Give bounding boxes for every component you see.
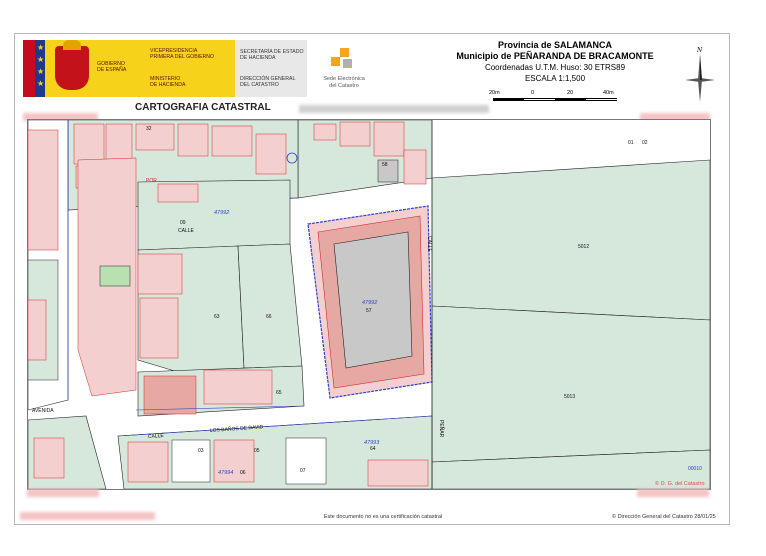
- parcel-label: 05: [254, 448, 260, 454]
- parcel-5013: [431, 305, 710, 463]
- header: ★ ★ ★ ★ GOBIERNO DE ESPAÑA VICEPRESIDENC…: [15, 34, 729, 121]
- map-copyright: © D. G. del Catastro: [655, 481, 705, 487]
- parcel-5012: [431, 159, 710, 321]
- building: [403, 149, 427, 185]
- building-grey: [377, 159, 399, 183]
- street-label: CALLE: [426, 236, 432, 253]
- star-icon: ★: [37, 43, 45, 52]
- block-label: 47994: [218, 470, 233, 476]
- block-label: 47993: [364, 440, 380, 446]
- building: [171, 439, 211, 483]
- star-icon: ★: [37, 79, 45, 88]
- parcel-label: 03: [198, 448, 204, 454]
- building: [157, 183, 199, 203]
- scale-bar: [493, 98, 617, 103]
- parcel-label: 32: [146, 126, 152, 132]
- star-icon: ★: [37, 55, 45, 64]
- building: [255, 133, 287, 175]
- sede-label: Sede Electrónica del Catastro: [323, 76, 365, 89]
- block-label: 47992: [214, 210, 229, 216]
- street-label: CALLE: [148, 433, 165, 440]
- carto-title: CARTOGRAFIA CATASTRAL: [135, 102, 271, 113]
- coordinates-text: Coordenadas U.T.M. Huso: 30 ETRS89: [484, 63, 626, 72]
- parcel-label: 58: [382, 162, 388, 168]
- street-label: CALLE: [178, 228, 195, 234]
- parcel-label: 07: [300, 468, 306, 474]
- building: [143, 375, 197, 415]
- redacted-bar: [27, 489, 99, 497]
- parcel-label: 64: [370, 446, 376, 452]
- coat-of-arms-icon: [55, 40, 89, 90]
- building: [203, 369, 273, 405]
- building: [33, 437, 65, 479]
- parcel-label: 02: [642, 140, 648, 146]
- redacted-reference: [299, 105, 489, 113]
- cadastral-map[interactable]: 5012 5013 57 58 09 63 66 65 64 03 07 06 …: [27, 119, 711, 490]
- redacted-bar: [637, 489, 709, 497]
- north-arrow-icon: N: [685, 47, 715, 102]
- building: [135, 123, 175, 151]
- scale-label: 0: [531, 90, 535, 96]
- street-label: PEÑAR: [438, 420, 445, 438]
- parcel-label: 06: [240, 470, 246, 476]
- parcel-label: 09: [180, 220, 186, 226]
- parcel-label: 66: [266, 314, 272, 320]
- parcel-label: 5013: [564, 394, 575, 400]
- building: [339, 121, 371, 147]
- scale-label: 20m: [489, 90, 500, 96]
- map-canvas: 5012 5013 57 58 09 63 66 65 64 03 07 06 …: [28, 120, 710, 489]
- parcel-label: 5012: [578, 244, 589, 250]
- block-label: 47992: [362, 300, 377, 306]
- star-icon: ★: [37, 67, 45, 76]
- flag-red-stripe: [23, 40, 35, 97]
- parcel-label: 63: [214, 314, 220, 320]
- scale-label: 20: [567, 90, 574, 96]
- building: [373, 121, 405, 157]
- sede-logo-icon: [331, 48, 353, 72]
- building: [139, 297, 179, 359]
- building: [137, 253, 183, 295]
- parcel-label: 01: [628, 140, 634, 146]
- building: [211, 125, 253, 157]
- scale-text: ESCALA 1:1,500: [524, 74, 586, 83]
- building: [367, 459, 429, 487]
- vicepresidencia-label: VICEPRESIDENCIA PRIMERA DEL GOBIERNO: [150, 48, 215, 60]
- parcel-label: 65: [276, 390, 282, 396]
- building: [28, 129, 59, 251]
- footer-copyright: © Dirección General del Catastro 28/01/2…: [612, 514, 716, 520]
- municipio-title: Municipio de PEÑARANDA DE BRACAMONTE: [456, 51, 654, 61]
- parcel-label: 57: [366, 308, 372, 314]
- secretaria-label: SECRETARÍA DE ESTADO DE HACIENDA: [240, 49, 304, 61]
- map-titles: Provincia de SALAMANCA Municipio de PEÑA…: [435, 40, 675, 84]
- garden-green: [99, 265, 131, 287]
- street-label: POR: [146, 178, 157, 184]
- building: [28, 299, 47, 361]
- provincia-title: Provincia de SALAMANCA: [497, 40, 613, 50]
- building: [285, 437, 327, 485]
- building: [313, 123, 337, 141]
- ministerio-label: MINISTERIO DE HACIENDA: [150, 76, 186, 88]
- building: [177, 123, 209, 157]
- building: [105, 123, 133, 161]
- building: [127, 441, 169, 483]
- scale-label: 40m: [603, 90, 614, 96]
- street-label: AVENIDA: [32, 408, 54, 414]
- building: [73, 123, 105, 165]
- gobierno-label: GOBIERNO DE ESPAÑA: [97, 61, 127, 73]
- direccion-label: DIRECCIÓN GENERAL DEL CATASTRO: [240, 76, 296, 88]
- parcel-label: 00010: [688, 466, 702, 472]
- north-label: N: [696, 47, 703, 54]
